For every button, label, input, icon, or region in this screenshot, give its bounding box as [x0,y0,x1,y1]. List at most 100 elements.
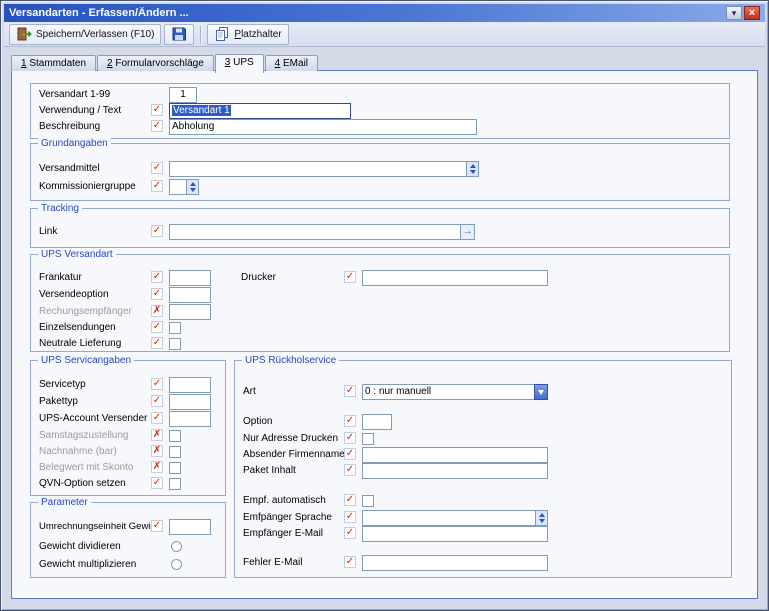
sprache-spinner[interactable] [535,510,548,526]
minimize-button[interactable]: ▾ [726,6,742,20]
empfaenger-email-input[interactable] [362,526,548,542]
option-input[interactable] [362,414,392,430]
beschreibung-input[interactable]: Abholung [169,119,477,135]
kommissioniergruppe-label: Kommissioniergruppe [39,181,136,192]
save-button[interactable] [164,23,195,45]
tab-ups[interactable]: 3 UPS [214,54,264,73]
grundangaben-group: Grundangaben Versandmittel ✓ Kommissioni… [30,138,730,201]
verwendung-text-input[interactable]: Versandart 1 [169,103,351,119]
rechnungsempfaenger-input[interactable] [169,304,211,320]
versandart-number-input[interactable]: 1 [169,87,197,103]
tab-stammdaten[interactable]: 1 Stammdaten [11,55,97,71]
drucker-input[interactable] [362,270,548,286]
kommissioniergruppe-active-check-icon[interactable]: ✓ [151,180,163,192]
fehler-email-input[interactable] [362,555,548,571]
absender-active-check-icon[interactable]: ✓ [344,448,356,460]
spin-down-icon [469,170,476,174]
spin-up-icon [189,182,196,186]
art-dropdown[interactable]: 0 : nur manuell [362,384,548,400]
ups-account-label: UPS-Account Versender [39,413,148,424]
toolbar: Speichern/Verlassen (F10) Platzhalter [4,22,765,47]
nur-adresse-checkbox[interactable] [362,433,374,445]
paket-inhalt-active-check-icon[interactable]: ✓ [344,464,356,476]
tab-formularvorschlaege[interactable]: 2 Formularvorschläge [97,55,214,71]
save-exit-button[interactable]: Speichern/Verlassen (F10) [9,23,162,45]
art-active-check-icon[interactable]: ✓ [344,385,356,397]
toolbar-separator [200,25,202,43]
absender-input[interactable] [362,447,548,463]
window-title: Versandarten - Erfassen/Ändern ... [9,7,189,19]
samstagszustellung-checkbox[interactable] [169,430,181,442]
qvn-checkbox[interactable] [169,478,181,490]
versandmittel-combobox[interactable] [169,161,479,177]
pakettyp-active-check-icon[interactable]: ✓ [151,395,163,407]
rechnungsempfaenger-label: Rechungsempfänger [39,306,132,317]
tracking-group: Tracking Link ✓ → [30,203,730,248]
umrechnung-input[interactable] [169,519,211,535]
einzelsendungen-checkbox[interactable] [169,322,181,334]
rechnungsempfaenger-inactive-x-icon[interactable]: ✗ [151,305,163,317]
frankatur-input[interactable] [169,270,211,286]
drucker-active-check-icon[interactable]: ✓ [344,271,356,283]
sprache-combobox[interactable] [362,510,548,526]
nachnahme-label: Nachnahme (bar) [39,446,117,457]
gewicht-dividieren-label: Gewicht dividieren [39,541,121,552]
verwendung-active-check-icon[interactable]: ✓ [151,104,163,116]
versandmittel-spinner[interactable] [466,161,479,177]
paket-inhalt-input[interactable] [362,463,548,479]
empfaenger-email-active-check-icon[interactable]: ✓ [344,527,356,539]
ups-versandart-title: UPS Versandart [38,249,116,260]
link-input[interactable] [169,224,475,240]
link-active-check-icon[interactable]: ✓ [151,225,163,237]
samstagszustellung-inactive-x-icon[interactable]: ✗ [151,429,163,441]
empf-automatisch-checkbox[interactable] [362,495,374,507]
ups-serviceangaben-title: UPS Servicangaben [38,355,135,366]
belegwert-checkbox[interactable] [169,462,181,474]
einzelsendungen-active-check-icon[interactable]: ✓ [151,321,163,333]
kommissioniergruppe-spinner[interactable] [186,179,199,195]
neutrale-lieferung-active-check-icon[interactable]: ✓ [151,337,163,349]
versendeoption-label: Versendeoption [39,289,109,300]
qvn-label: QVN-Option setzen [39,478,126,489]
pakettyp-input[interactable] [169,394,211,410]
umrechnung-label: Umrechnungseinheit Gewicht [39,521,164,532]
versendeoption-input[interactable] [169,287,211,303]
link-go-button[interactable]: → [460,224,475,240]
qvn-active-check-icon[interactable]: ✓ [151,477,163,489]
umrechnung-active-check-icon[interactable]: ✓ [151,520,163,532]
gewicht-dividieren-radio[interactable] [171,541,182,552]
diskette-icon [171,26,187,42]
tracking-title: Tracking [38,203,82,214]
fehler-email-active-check-icon[interactable]: ✓ [344,556,356,568]
nachnahme-inactive-x-icon[interactable]: ✗ [151,445,163,457]
tab-email[interactable]: 4 EMail [264,55,319,71]
platzhalter-button[interactable]: Platzhalter [207,23,289,45]
neutrale-lieferung-checkbox[interactable] [169,338,181,350]
belegwert-inactive-x-icon[interactable]: ✗ [151,461,163,473]
frankatur-active-check-icon[interactable]: ✓ [151,271,163,283]
sprache-active-check-icon[interactable]: ✓ [344,511,356,523]
einzelsendungen-label: Einzelsendungen [39,322,116,333]
verwendung-label: Verwendung / Text [39,105,122,116]
spin-down-icon [538,519,545,523]
ups-account-input[interactable] [169,411,211,427]
beschreibung-active-check-icon[interactable]: ✓ [151,120,163,132]
gewicht-multiplizieren-radio[interactable] [171,559,182,570]
ups-rueckholservice-group: UPS Rückholservice Art ✓ 0 : nur manuell… [234,355,732,578]
frankatur-label: Frankatur [39,272,82,283]
ups-account-active-check-icon[interactable]: ✓ [151,412,163,424]
empf-automatisch-active-check-icon[interactable]: ✓ [344,494,356,506]
nur-adresse-active-check-icon[interactable]: ✓ [344,432,356,444]
servicetyp-active-check-icon[interactable]: ✓ [151,378,163,390]
servicetyp-input[interactable] [169,377,211,393]
nachnahme-checkbox[interactable] [169,446,181,458]
titlebar[interactable]: Versandarten - Erfassen/Ändern ... ▾ × [4,4,765,22]
versandmittel-active-check-icon[interactable]: ✓ [151,162,163,174]
fehler-email-label: Fehler E-Mail [243,557,303,568]
versendeoption-active-check-icon[interactable]: ✓ [151,288,163,300]
close-button[interactable]: × [744,6,760,20]
art-dropdown-button[interactable] [534,384,548,400]
copy-icon [214,26,230,42]
option-active-check-icon[interactable]: ✓ [344,415,356,427]
exit-door-icon [16,26,32,42]
